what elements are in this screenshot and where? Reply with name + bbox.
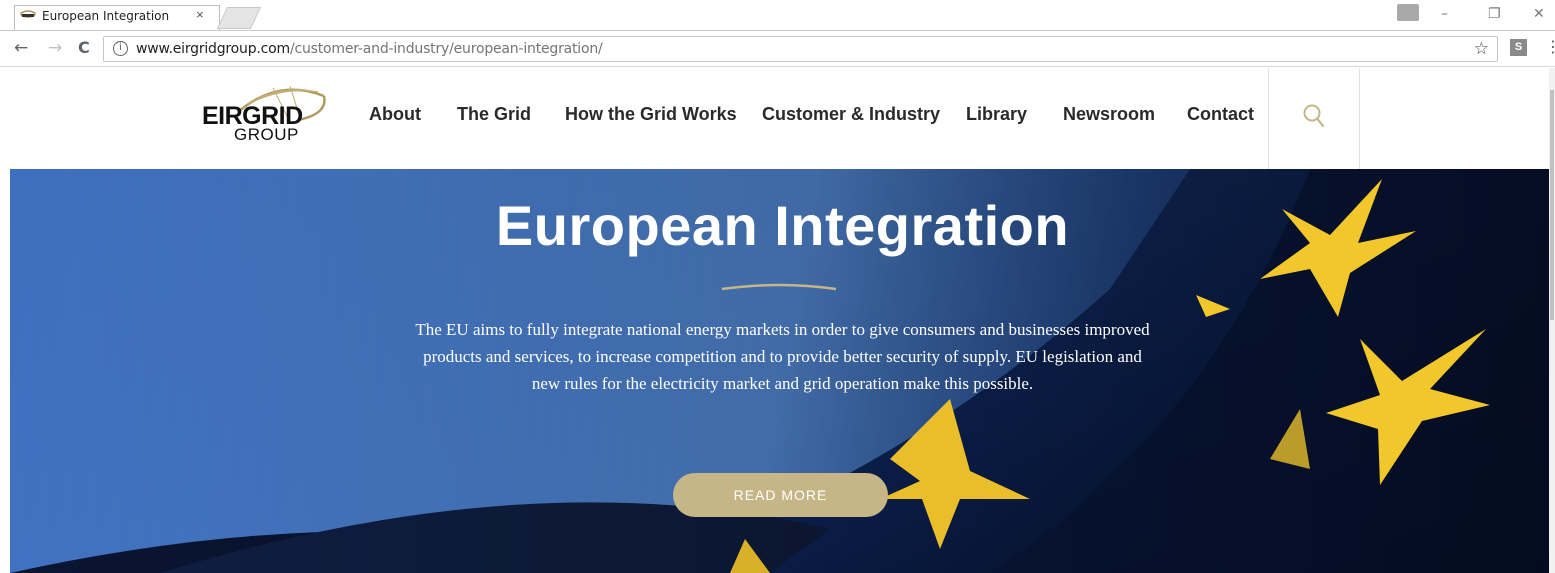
nav-how-the-grid-works[interactable]: How the Grid Works	[565, 104, 737, 125]
tab-close-icon[interactable]: ×	[196, 7, 204, 22]
read-more-button[interactable]: READ MORE	[673, 473, 888, 517]
extension-icon[interactable]: S	[1510, 39, 1527, 56]
url-text[interactable]: www.eirgridgroup.com/customer-and-indust…	[136, 41, 603, 57]
restore-icon[interactable]: ❐	[1488, 6, 1501, 22]
hero-title: European Integration	[495, 194, 1070, 257]
tab-favicon-icon	[20, 10, 36, 18]
hero-banner: European Integration The EU aims to full…	[10, 169, 1555, 573]
address-bar[interactable]: i www.eirgridgroup.com/customer-and-indu…	[103, 36, 1498, 62]
info-icon[interactable]: i	[113, 41, 128, 56]
eirgrid-logo[interactable]: EIRGRID GROUP	[198, 82, 330, 146]
hero-divider	[721, 283, 837, 291]
nav-about[interactable]: About	[369, 104, 421, 125]
logo-sub-text: GROUP	[234, 125, 299, 144]
back-icon[interactable]: ←	[14, 38, 28, 58]
nav-contact[interactable]: Contact	[1187, 104, 1254, 125]
browser-menu-icon[interactable]: ⋮	[1545, 37, 1555, 56]
browser-toolbar: ← → C i www.eirgridgroup.com/customer-an…	[0, 31, 1555, 67]
hero-description: The EU aims to fully integrate national …	[415, 320, 1150, 393]
url-domain: www.eirgridgroup.com	[136, 41, 290, 57]
new-tab-button[interactable]	[216, 7, 262, 29]
nav-the-grid[interactable]: The Grid	[457, 104, 531, 125]
tab-title: European Integration	[42, 9, 170, 23]
site-header: EIRGRID GROUP About The Grid How the Gri…	[0, 68, 1555, 169]
profile-icon[interactable]	[1397, 4, 1419, 21]
minimize-icon[interactable]: –	[1441, 6, 1448, 22]
window-close-icon[interactable]: ✕	[1533, 6, 1545, 22]
search-icon	[1303, 104, 1325, 128]
bookmark-star-icon[interactable]: ☆	[1474, 39, 1489, 59]
reload-icon[interactable]: C	[78, 38, 90, 57]
nav-customer-industry[interactable]: Customer & Industry	[762, 104, 940, 125]
url-path: /customer-and-industry/european-integrat…	[289, 41, 603, 57]
forward-icon[interactable]: →	[48, 38, 62, 58]
nav-library[interactable]: Library	[966, 104, 1027, 125]
search-button[interactable]	[1268, 68, 1360, 169]
nav-newsroom[interactable]: Newsroom	[1063, 104, 1155, 125]
browser-tabstrip: European Integration × – ❐ ✕	[0, 0, 1555, 31]
scrollbar-thumb[interactable]	[1550, 90, 1554, 320]
